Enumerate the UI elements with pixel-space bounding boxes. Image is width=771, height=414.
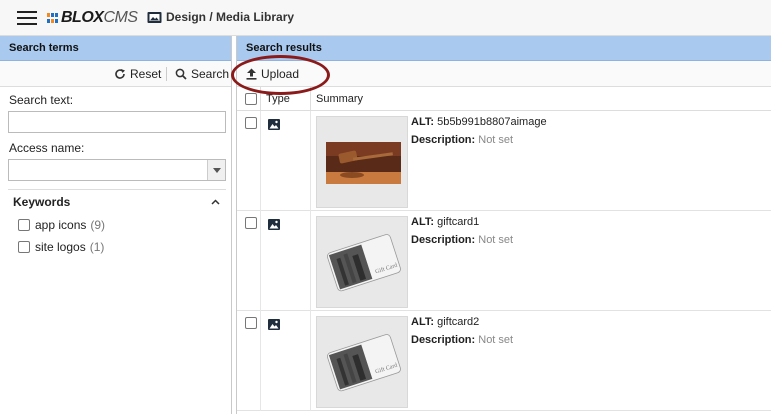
column-divider: [260, 111, 261, 211]
image-folder-icon: [147, 11, 162, 23]
giftcard-image: Gift Card: [317, 317, 407, 407]
search-results-header: Search results: [237, 36, 771, 61]
column-divider: [260, 211, 261, 311]
search-text-input[interactable]: [8, 111, 226, 133]
upload-icon: [246, 68, 257, 80]
search-terms-header: Search terms: [0, 36, 231, 61]
keyword-item[interactable]: app icons (9): [18, 218, 105, 232]
toolbar-divider: [166, 67, 167, 81]
column-divider: [260, 87, 261, 111]
description-value: Not set: [478, 234, 514, 246]
alt-value: giftcard1: [437, 216, 480, 228]
description-label: Description:: [411, 134, 476, 146]
column-divider: [310, 311, 311, 411]
search-terms-panel: Search terms Reset Search Search text: A…: [0, 36, 232, 414]
column-divider: [310, 211, 311, 311]
description-value: Not set: [478, 134, 514, 146]
result-row[interactable]: ALT: 5b5b991b8807aimage Description: Not…: [237, 111, 771, 211]
chevron-up-icon[interactable]: [211, 199, 220, 205]
row-checkbox[interactable]: [245, 217, 257, 229]
description-text: Description: Not set: [411, 134, 513, 146]
results-column-header: Type Summary: [237, 87, 771, 111]
gavel-thumbnail[interactable]: [316, 116, 408, 208]
alt-value: 5b5b991b8807aimage: [437, 116, 547, 128]
reset-button[interactable]: Reset: [114, 67, 161, 81]
giftcard-image: Gift Card: [317, 217, 407, 307]
search-icon: [175, 68, 187, 80]
keyword-label: site logos: [35, 240, 86, 254]
search-label: Search: [191, 67, 230, 81]
keyword-label: app icons: [35, 218, 87, 232]
upload-button[interactable]: Upload: [246, 67, 299, 81]
column-divider: [310, 87, 311, 111]
breadcrumb: Design / Media Library: [147, 10, 294, 24]
image-type-icon: [268, 319, 280, 330]
gavel-image: [317, 117, 407, 207]
chevron-down-icon[interactable]: [207, 160, 225, 180]
search-results-panel: Search results Upload Type Summary ALT: …: [236, 36, 771, 414]
search-text-label: Search text:: [9, 93, 74, 107]
alt-label: ALT:: [411, 316, 435, 328]
column-summary[interactable]: Summary: [316, 93, 363, 105]
result-row[interactable]: Gift Card ALT: giftcard1 Description: No…: [237, 211, 771, 311]
image-type-icon: [268, 119, 280, 130]
description-text: Description: Not set: [411, 234, 513, 246]
access-name-label: Access name:: [9, 141, 85, 155]
search-button[interactable]: Search: [175, 67, 229, 81]
alt-label: ALT:: [411, 216, 435, 228]
row-checkbox[interactable]: [245, 317, 257, 329]
description-value: Not set: [478, 334, 514, 346]
image-type-icon: [268, 219, 280, 230]
refresh-icon: [115, 69, 125, 79]
section-divider: [8, 189, 226, 190]
description-label: Description:: [411, 234, 476, 246]
alt-label: ALT:: [411, 116, 435, 128]
description-text: Description: Not set: [411, 334, 513, 346]
breadcrumb-text[interactable]: Design / Media Library: [166, 10, 294, 24]
keyword-checkbox[interactable]: [18, 219, 30, 231]
row-checkbox[interactable]: [245, 117, 257, 129]
result-row[interactable]: Gift Card ALT: giftcard2 Description: No…: [237, 311, 771, 411]
top-bar: BLOX CMS Design / Media Library: [0, 0, 771, 36]
keywords-heading: Keywords: [13, 195, 71, 209]
column-divider: [260, 311, 261, 411]
logo-mark-icon: [47, 13, 59, 23]
column-divider: [310, 111, 311, 211]
alt-text: ALT: giftcard1: [411, 216, 479, 228]
bloxcms-logo[interactable]: BLOX CMS: [47, 9, 138, 27]
logo-text-blox: BLOX: [61, 9, 104, 26]
logo-text-cms: CMS: [103, 9, 138, 26]
column-type[interactable]: Type: [266, 93, 290, 105]
alt-text: ALT: giftcard2: [411, 316, 479, 328]
keyword-count: (1): [89, 240, 105, 254]
select-all-checkbox[interactable]: [245, 93, 257, 105]
description-label: Description:: [411, 334, 476, 346]
search-toolbar: Reset Search: [0, 61, 231, 87]
giftcard-thumbnail[interactable]: Gift Card: [316, 316, 408, 408]
upload-label: Upload: [261, 67, 300, 81]
keyword-checkbox[interactable]: [18, 241, 30, 253]
keyword-item[interactable]: site logos (1): [18, 240, 104, 254]
alt-value: giftcard2: [437, 316, 480, 328]
hamburger-menu-icon[interactable]: [17, 11, 37, 25]
results-toolbar: Upload: [237, 61, 771, 87]
reset-label: Reset: [130, 67, 162, 81]
access-name-select[interactable]: [8, 159, 226, 181]
alt-text: ALT: 5b5b991b8807aimage: [411, 116, 547, 128]
giftcard-thumbnail[interactable]: Gift Card: [316, 216, 408, 308]
keyword-count: (9): [90, 218, 106, 232]
